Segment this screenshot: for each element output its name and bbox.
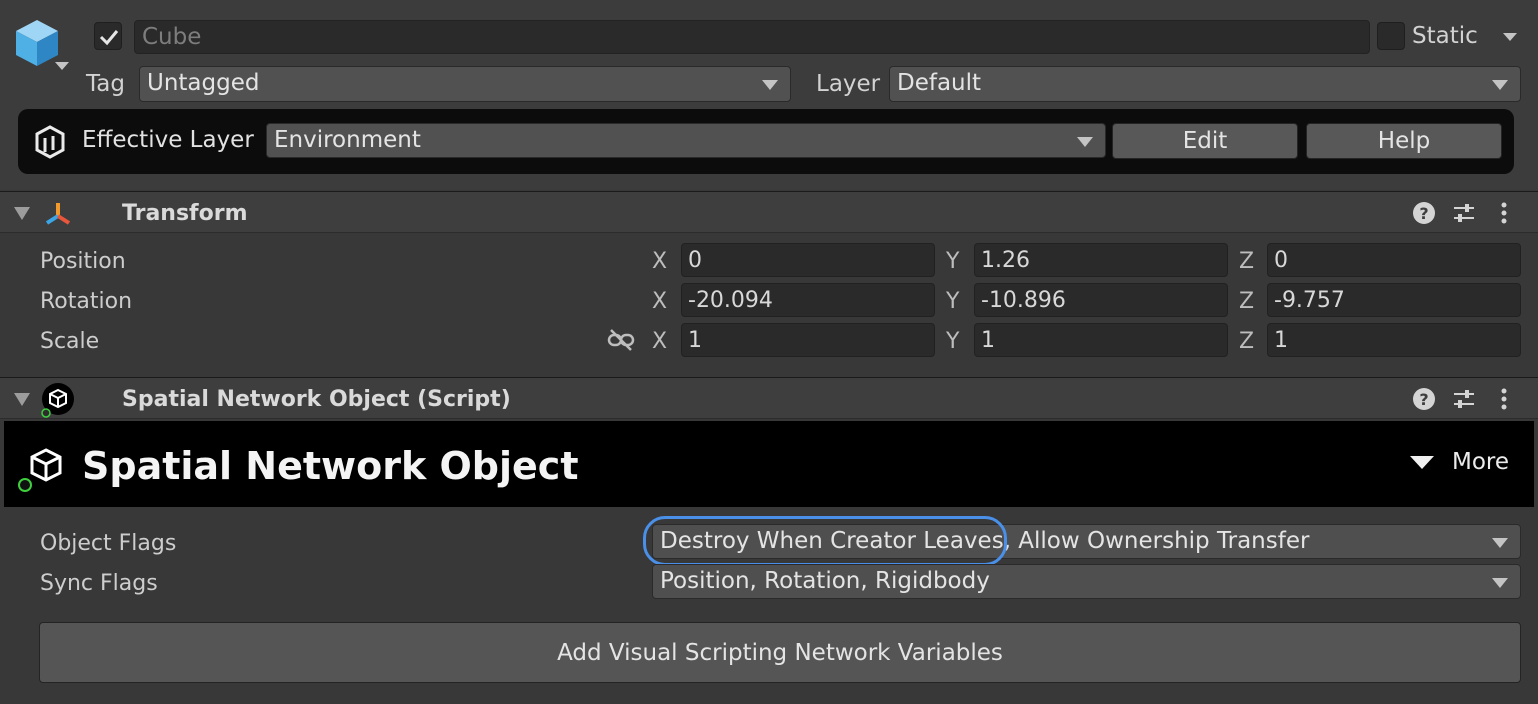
scale-x-field[interactable]: 1 xyxy=(681,323,935,357)
rotation-z-field[interactable]: -9.757 xyxy=(1267,283,1521,317)
layer-label: Layer xyxy=(816,71,881,97)
chevron-down-icon xyxy=(762,80,778,90)
help-button[interactable]: Help xyxy=(1306,123,1502,159)
preset-icon[interactable] xyxy=(1451,386,1477,412)
spatial-network-object-header[interactable]: Spatial Network Object (Script) ? xyxy=(0,377,1538,419)
more-toggle[interactable]: More xyxy=(1410,450,1510,478)
object-flags-label: Object Flags xyxy=(40,531,177,556)
sync-flags-value: Position, Rotation, Rigidbody xyxy=(660,568,990,594)
help-icon[interactable]: ? xyxy=(1411,386,1437,412)
x-axis-label: X xyxy=(652,249,668,274)
effective-layer-dropdown[interactable]: Environment xyxy=(266,123,1106,158)
edit-button[interactable]: Edit xyxy=(1112,123,1298,159)
banner-title: Spatial Network Object xyxy=(82,444,579,488)
tag-value: Untagged xyxy=(147,70,260,96)
x-axis-label: X xyxy=(652,329,668,354)
chevron-down-icon xyxy=(1077,137,1093,147)
position-label: Position xyxy=(40,249,126,274)
checkmark-icon xyxy=(99,30,119,46)
preset-icon[interactable] xyxy=(1451,200,1477,226)
rotation-label: Rotation xyxy=(40,289,133,314)
more-label: More xyxy=(1452,449,1510,475)
foldout-icon[interactable] xyxy=(14,393,30,406)
rotation-y-field[interactable]: -10.896 xyxy=(974,283,1228,317)
position-z-field[interactable]: 0 xyxy=(1267,243,1521,277)
transform-header[interactable]: Transform ? xyxy=(0,191,1538,233)
layer-value: Default xyxy=(897,70,982,96)
chevron-down-icon xyxy=(1492,80,1508,90)
chevron-down-icon xyxy=(1492,538,1508,548)
object-name-input[interactable]: Cube xyxy=(134,20,1370,54)
help-icon[interactable]: ? xyxy=(1411,200,1437,226)
static-checkbox[interactable] xyxy=(1377,22,1405,50)
unlink-icon[interactable] xyxy=(607,328,635,352)
tag-dropdown[interactable]: Untagged xyxy=(139,66,791,102)
network-object-icon xyxy=(18,448,62,492)
svg-text:?: ? xyxy=(1419,204,1428,223)
object-flags-value: Destroy When Creator Leaves, Allow Owner… xyxy=(660,528,1310,554)
static-label: Static xyxy=(1412,23,1478,49)
scale-label: Scale xyxy=(40,329,100,354)
sync-flags-label: Sync Flags xyxy=(40,571,158,596)
active-checkbox[interactable] xyxy=(94,22,122,50)
network-object-icon xyxy=(41,383,74,418)
transform-icon xyxy=(45,203,71,225)
scale-y-field[interactable]: 1 xyxy=(974,323,1228,357)
icon-dropdown-icon[interactable] xyxy=(55,62,69,70)
z-axis-label: Z xyxy=(1239,289,1255,314)
inspector-header: Cube Static Tag Untagged Layer Default E… xyxy=(0,0,1538,190)
transform-title: Transform xyxy=(122,201,248,226)
cube-icon[interactable] xyxy=(14,18,60,68)
z-axis-label: Z xyxy=(1239,329,1255,354)
z-axis-label: Z xyxy=(1239,249,1255,274)
scale-z-field[interactable]: 1 xyxy=(1267,323,1521,357)
spatial-network-object-title: Spatial Network Object (Script) xyxy=(122,387,511,412)
x-axis-label: X xyxy=(652,289,668,314)
effective-layer-label: Effective Layer xyxy=(82,127,254,153)
more-options-icon[interactable] xyxy=(1491,200,1517,226)
effective-layer-value: Environment xyxy=(274,127,421,153)
rotation-x-field[interactable]: -20.094 xyxy=(681,283,935,317)
chevron-down-icon xyxy=(1492,578,1508,588)
layer-dropdown[interactable]: Default xyxy=(889,66,1521,102)
sync-flags-dropdown[interactable]: Position, Rotation, Rigidbody xyxy=(652,564,1521,599)
more-options-icon[interactable] xyxy=(1491,386,1517,412)
position-x-field[interactable]: 0 xyxy=(681,243,935,277)
foldout-icon[interactable] xyxy=(14,207,30,220)
add-network-variables-button[interactable]: Add Visual Scripting Network Variables xyxy=(39,622,1521,683)
y-axis-label: Y xyxy=(946,289,960,314)
tag-label: Tag xyxy=(86,71,125,97)
position-y-field[interactable]: 1.26 xyxy=(974,243,1228,277)
spatial-logo-icon xyxy=(35,125,65,159)
static-dropdown-icon[interactable] xyxy=(1503,33,1517,41)
object-flags-dropdown[interactable]: Destroy When Creator Leaves, Allow Owner… xyxy=(652,524,1521,559)
y-axis-label: Y xyxy=(946,249,960,274)
caret-down-icon xyxy=(1410,456,1434,469)
y-axis-label: Y xyxy=(946,329,960,354)
svg-text:?: ? xyxy=(1419,390,1428,409)
